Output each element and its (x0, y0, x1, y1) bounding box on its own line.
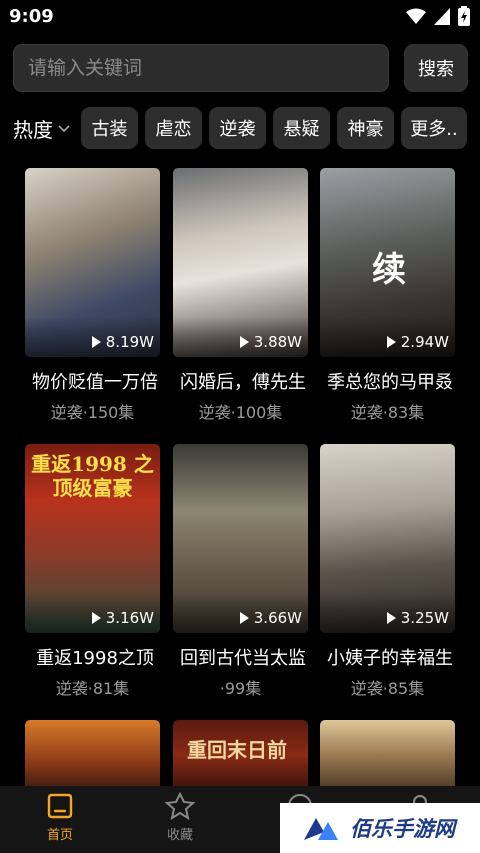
drama-poster[interactable]: 3.25W (320, 444, 455, 633)
drama-poster[interactable]: 3.66W (173, 444, 308, 633)
drama-title: 重返1998之顶 (36, 648, 154, 669)
status-time: 9:09 (9, 6, 54, 27)
drama-title: 物价贬值一万倍 (32, 372, 158, 393)
drama-poster[interactable]: 重返1998 之顶级富豪 3.16W (25, 444, 160, 633)
chevron-down-icon (58, 125, 70, 133)
tag-xuanyi[interactable]: 悬疑 (273, 107, 330, 149)
drama-meta: 逆袭·150集 (50, 403, 135, 422)
play-icon (239, 612, 249, 624)
play-icon (386, 336, 396, 348)
cell-signal-icon (434, 7, 450, 25)
watermark-logo-icon (304, 818, 338, 840)
play-icon (91, 336, 101, 348)
tab-home-label: 首页 (46, 828, 73, 843)
play-count: 3.25W (386, 609, 449, 627)
filter-row: 热度 古装 虐恋 逆袭 悬疑 神豪 更多.. (13, 107, 468, 149)
drama-poster[interactable] (320, 720, 455, 790)
tag-nuelian[interactable]: 虐恋 (145, 107, 202, 149)
play-count: 8.19W (91, 333, 154, 351)
search-row: 搜索 (13, 44, 468, 92)
poster-title-text: 重返1998 之顶级富豪 (31, 452, 154, 500)
tag-shenhao[interactable]: 神豪 (337, 107, 394, 149)
tab-favorites[interactable]: 收藏 (140, 792, 220, 850)
drama-poster[interactable]: 续 2.94W (320, 168, 455, 357)
play-icon (386, 612, 396, 624)
tag-guzhuang[interactable]: 古装 (81, 107, 138, 149)
watermark: 佰乐手游网 (280, 803, 480, 853)
play-count: 3.88W (239, 333, 302, 351)
drama-title: 小姨子的幸福生 (327, 648, 453, 669)
play-icon (91, 612, 101, 624)
tag-more[interactable]: 更多.. (401, 107, 467, 149)
play-count: 3.16W (91, 609, 154, 627)
tab-home[interactable]: 首页 (20, 792, 100, 850)
drama-meta: 逆袭·85集 (350, 679, 425, 698)
play-icon (239, 336, 249, 348)
drama-title: 回到古代当太监 (180, 648, 306, 669)
watermark-text: 佰乐手游网 (350, 817, 455, 841)
play-count: 2.94W (386, 333, 449, 351)
search-button[interactable]: 搜索 (404, 44, 468, 92)
battery-icon (458, 6, 470, 26)
poster-title-text: 续 (372, 250, 406, 290)
drama-meta: ·99集 (219, 679, 262, 698)
tag-nixi[interactable]: 逆袭 (209, 107, 266, 149)
drama-meta: 逆袭·81集 (55, 679, 130, 698)
sort-hot-dropdown[interactable]: 热度 (13, 114, 81, 143)
status-bar: 9:09 (0, 0, 480, 34)
drama-title: 闪婚后，傅先生 (180, 372, 306, 393)
status-icons (406, 6, 470, 26)
wifi-icon (406, 8, 426, 24)
star-icon (165, 792, 195, 820)
poster-title-text: 重回末日前 (187, 738, 287, 762)
play-count: 3.66W (239, 609, 302, 627)
sort-hot-label: 热度 (13, 117, 53, 142)
home-icon (47, 793, 73, 819)
drama-poster[interactable]: 3.88W (173, 168, 308, 357)
drama-poster[interactable]: 重回末日前 (173, 720, 308, 790)
drama-title: 季总您的马甲叒 (327, 372, 453, 393)
tab-favorites-label: 收藏 (166, 828, 193, 843)
drama-meta: 逆袭·83集 (350, 403, 425, 422)
drama-meta: 逆袭·100集 (198, 403, 283, 422)
drama-poster[interactable]: 8.19W (25, 168, 160, 357)
search-input[interactable] (13, 44, 389, 92)
drama-poster[interactable] (25, 720, 160, 790)
